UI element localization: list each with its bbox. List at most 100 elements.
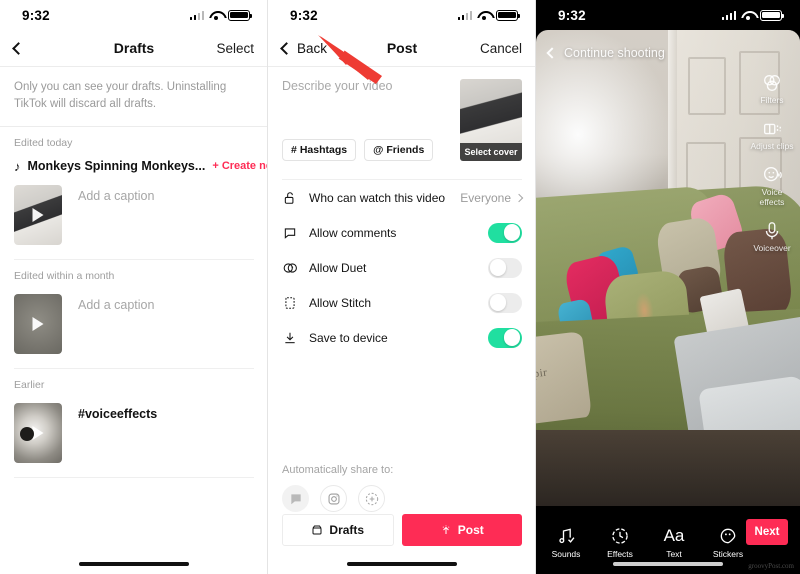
status-bar-time: 9:32 [22,7,50,23]
draft-list-item[interactable]: Add a caption [0,181,268,259]
draft-caption[interactable]: Add a caption [78,185,154,203]
panel-divider [535,0,536,574]
draft-thumbnail[interactable] [14,185,62,246]
status-bar-indicators [721,9,785,21]
play-icon [32,208,44,223]
section-label-earlier: Earlier [14,379,45,392]
option-row-allow-comments[interactable]: Allow comments [268,215,536,250]
post-button-label: Post [457,523,484,537]
battery-icon [760,9,785,21]
divider [282,179,522,180]
post-cancel-button[interactable]: Cancel [480,41,522,56]
status-bar-time: 9:32 [558,7,586,23]
hashtags-chip[interactable]: # Hashtags [282,139,357,161]
chevron-left-icon[interactable] [546,47,558,59]
play-icon [32,426,44,441]
friends-chip[interactable]: @ Friends [364,139,434,161]
voice-effects-label: Voice effects [759,187,785,207]
save-draft-button[interactable]: Drafts [282,514,394,546]
post-action-bar: Drafts Post [282,514,522,546]
adjust-clips-label: Adjust clips [750,141,794,152]
option-row-privacy[interactable]: Who can watch this video Everyone [268,180,536,215]
drafts-select-button[interactable]: Select [216,41,254,56]
draft-caption[interactable]: #voiceeffects [78,403,157,421]
battery-icon [496,9,521,21]
camera-screen-panel: 9:32 Continue shooting Filters Adjust cl… [536,0,800,574]
voice-effects-button[interactable]: Voice effects [748,164,796,206]
select-cover-thumbnail[interactable]: Select cover [460,79,522,161]
text-label: Text [666,548,682,559]
share-instagram-button[interactable] [320,485,347,512]
section-label-edited-today: Edited today [14,137,73,150]
effects-timer-icon [612,527,628,544]
section-label-edited-within-a-month: Edited within a month [14,270,115,283]
draft-music-row[interactable]: ♪ Monkeys Spinning Monkeys... + Create n… [0,157,268,181]
voiceover-label: Voiceover [753,242,791,253]
draft-thumbnail[interactable] [14,294,62,355]
auto-share-section: Automatically share to: [268,464,536,512]
save-to-device-toggle[interactable] [488,327,522,348]
home-indicator [79,562,189,566]
allow-stitch-toggle[interactable] [488,292,522,313]
next-button[interactable]: Next [746,519,788,545]
battery-icon [228,9,253,21]
create-new-video-button[interactable]: + Create new video [212,160,268,172]
allow-comments-toggle[interactable] [488,222,522,243]
share-messages-button[interactable] [282,485,309,512]
adjust-clips-icon [763,123,781,135]
status-bar-indicators [457,9,521,21]
draft-caption[interactable]: Add a caption [78,294,154,312]
option-row-save-to-device[interactable]: Save to device [268,320,536,355]
privacy-value-label: Everyone [460,190,511,205]
stitch-icon [282,295,297,310]
sounds-button[interactable]: Sounds [548,526,584,559]
draft-thumbnail[interactable] [14,403,62,464]
wifi-icon [741,10,755,21]
voiceover-button[interactable]: Voiceover [748,220,796,253]
status-bar: 9:32 [268,0,536,30]
select-cover-label: Select cover [460,143,522,161]
text-aa-icon: Aa [663,525,685,545]
signal-bars-icon [457,10,472,20]
wifi-icon [477,10,491,21]
continue-shooting-button[interactable]: Continue shooting [564,46,665,60]
signal-bars-icon [721,10,736,20]
comment-bubble-icon [282,225,297,240]
camera-side-toolbar: Filters Adjust clips Voice effects Voice… [748,72,796,253]
post-button[interactable]: Post [401,514,522,546]
stickers-button[interactable]: Stickers [710,526,746,559]
option-row-allow-stitch[interactable]: Allow Stitch [268,285,536,320]
chevron-left-icon [280,41,293,55]
screenshot-stage: 9:32 Drafts Select Only you can see your… [0,0,800,574]
sparkle-icon [442,525,450,534]
filters-icon [763,74,781,92]
lock-open-icon [282,190,297,205]
text-button[interactable]: Aa Text [656,526,692,559]
allow-duet-toggle[interactable] [488,257,522,278]
adjust-clips-button[interactable]: Adjust clips [748,118,796,151]
save-draft-label: Drafts [329,523,365,537]
draft-list-item[interactable]: Add a caption [0,290,268,368]
filters-button[interactable]: Filters [748,72,796,105]
annotation-arrow [318,35,382,84]
drafts-back-button[interactable] [12,41,25,55]
option-label: Allow comments [309,225,397,240]
effects-button[interactable]: Effects [602,526,638,559]
camera-preview[interactable]: nspir Continue shooting Filters [536,30,800,506]
status-bar-indicators [189,9,253,21]
option-label: Allow Duet [309,260,367,275]
option-value[interactable]: Everyone [460,190,524,205]
option-label: Save to device [309,330,388,345]
panel-divider [267,0,268,574]
share-more-button[interactable] [358,485,385,512]
sounds-music-icon [559,527,575,543]
filters-label: Filters [760,95,784,105]
drafts-screen-panel: 9:32 Drafts Select Only you can see your… [0,0,268,574]
stickers-icon [720,528,736,543]
voice-effects-icon [763,167,782,182]
option-label: Allow Stitch [309,295,372,310]
draft-list-item[interactable]: #voiceeffects [0,399,268,477]
play-icon [32,317,44,332]
home-indicator [347,562,457,566]
option-row-allow-duet[interactable]: Allow Duet [268,250,536,285]
